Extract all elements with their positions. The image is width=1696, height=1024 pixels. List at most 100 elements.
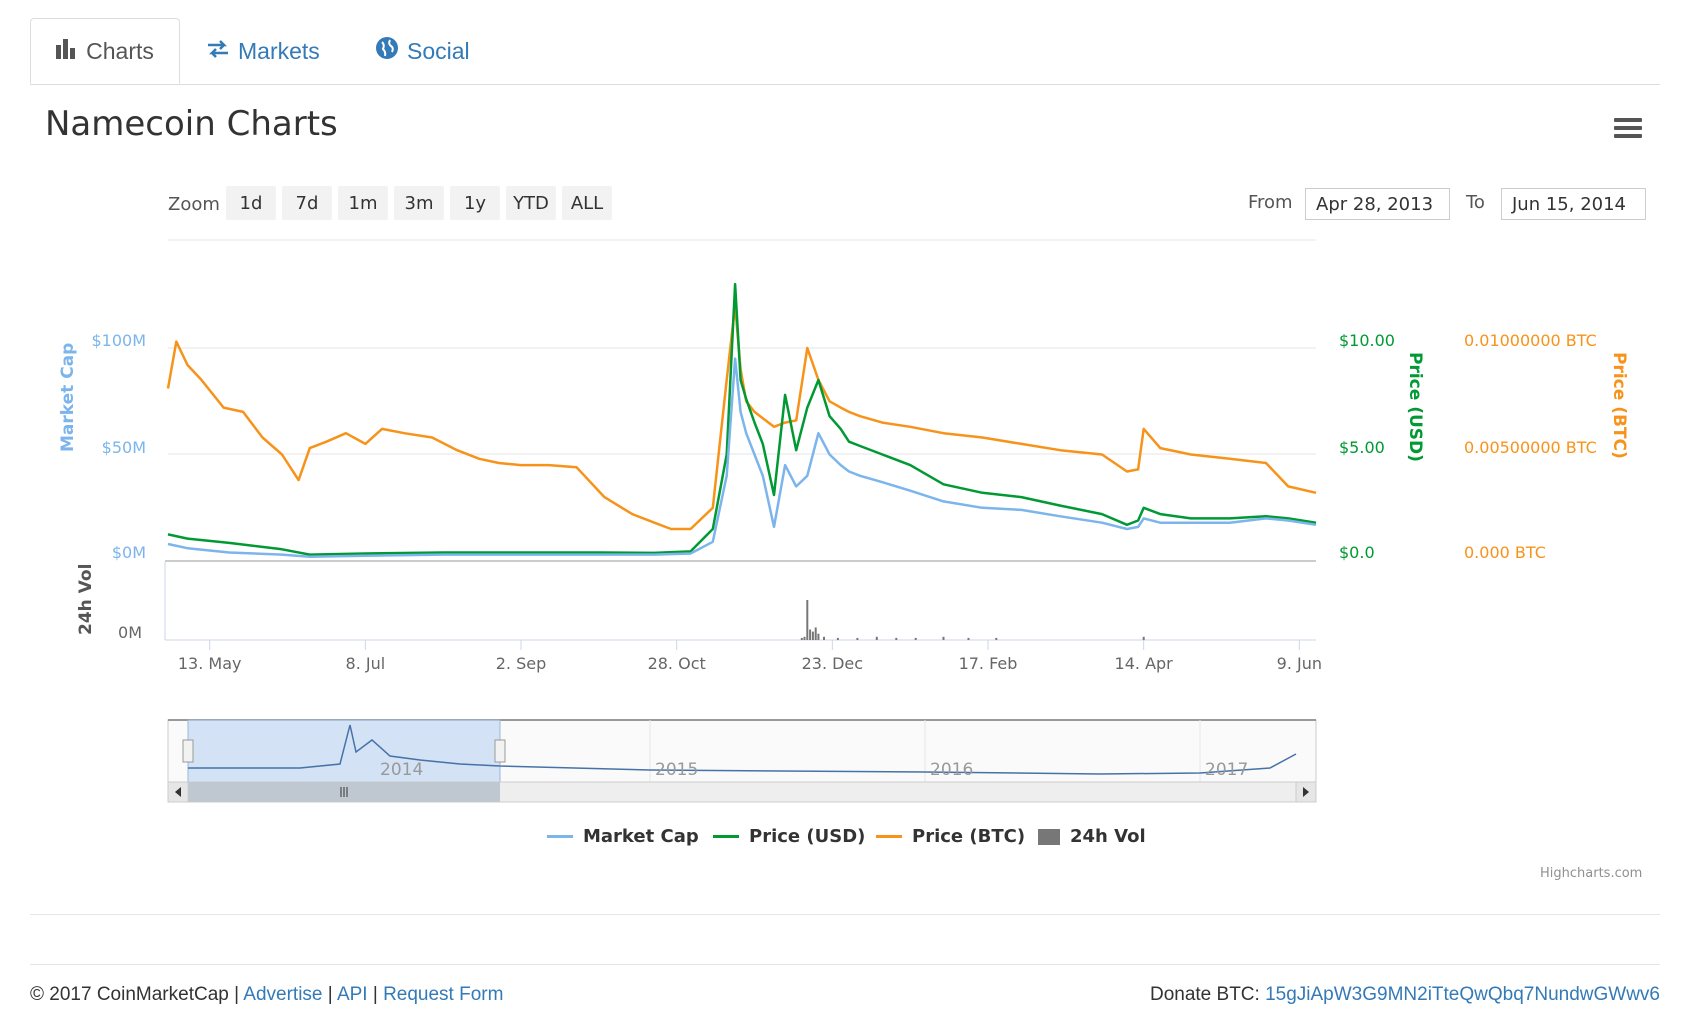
- legend-swatch-market-cap: [547, 835, 573, 838]
- nav-year-2015: 2015: [655, 760, 698, 780]
- legend-swatch-price-usd: [713, 835, 739, 838]
- mcap-tick-50: $50M: [102, 438, 146, 457]
- to-label: To: [1466, 192, 1485, 213]
- footer-left: © 2017 CoinMarketCap | Advertise | API |…: [30, 984, 503, 1006]
- usd-tick-10: $10.00: [1339, 331, 1395, 350]
- zoom-all-button[interactable]: ALL: [562, 186, 612, 220]
- zoom-7d-button[interactable]: 7d: [282, 186, 332, 220]
- volume-bar: [817, 633, 820, 640]
- x-tick-label: 9. Jun: [1277, 654, 1322, 673]
- vol-tick-0: 0M: [118, 623, 142, 642]
- btc-tick-0: 0.000 BTC: [1464, 543, 1546, 562]
- x-tick-label: 23. Dec: [802, 654, 864, 673]
- btc-tick-5: 0.00500000 BTC: [1464, 438, 1597, 457]
- navigator-line: [188, 724, 1297, 775]
- legend-label-market-cap: Market Cap: [583, 826, 699, 847]
- volume-bar: [806, 600, 809, 640]
- tab-charts-label: Charts: [86, 37, 154, 64]
- navigator-right-handle[interactable]: [494, 739, 506, 763]
- x-axis: 13. May 8. Jul 2. Sep 28. Oct 23. Dec 17. Feb…: [178, 640, 1322, 673]
- zoom-1d-button[interactable]: 1d: [226, 186, 276, 220]
- mcap-tick-100: $100M: [91, 331, 146, 350]
- zoom-ytd-button[interactable]: YTD: [506, 186, 556, 220]
- globe-icon: [375, 36, 399, 66]
- advertise-link[interactable]: Advertise: [243, 984, 322, 1005]
- series-line-market-cap: [167, 357, 1317, 558]
- api-link[interactable]: API: [337, 984, 368, 1005]
- scrollbar-thumb[interactable]: [188, 782, 500, 802]
- zoom-3m-button[interactable]: 3m: [394, 186, 444, 220]
- x-tick-label: 14. Apr: [1115, 654, 1174, 673]
- legend-price-btc[interactable]: Price (BTC): [876, 826, 1025, 847]
- legend-swatch-price-btc: [876, 835, 902, 838]
- x-tick-label: 13. May: [178, 654, 242, 673]
- x-tick-label: 2. Sep: [496, 654, 547, 673]
- legend-label-price-btc: Price (BTC): [912, 826, 1026, 847]
- donate-address-link[interactable]: 15gJiApW3G9MN2iTteQwQbq7NundwGWwv6: [1265, 984, 1660, 1005]
- page-title: Namecoin Charts: [45, 104, 338, 144]
- btc-axis-title: Price (BTC): [1609, 352, 1629, 459]
- volume-bar: [856, 637, 859, 640]
- navigator-selection[interactable]: [187, 719, 501, 783]
- navigator: 2014 2015 2016 2017: [167, 719, 1317, 803]
- series-layer: [166, 282, 1317, 558]
- zoom-label: Zoom: [168, 194, 220, 215]
- volume-bar: [800, 637, 803, 640]
- volume-bar: [995, 637, 998, 640]
- divider: [30, 914, 1660, 915]
- arrow-right-icon: [1303, 787, 1309, 797]
- from-date-input[interactable]: Apr 28, 2013: [1305, 188, 1450, 220]
- volume-bar: [875, 636, 878, 640]
- bar-chart-icon: [56, 38, 78, 65]
- volume-bar: [967, 637, 970, 640]
- legend-price-usd[interactable]: Price (USD): [713, 826, 865, 847]
- to-date-input[interactable]: Jun 15, 2014: [1501, 188, 1646, 220]
- legend-swatch-24h-vol: [1038, 828, 1060, 845]
- volume-bar: [895, 637, 898, 640]
- highcharts-credits-link[interactable]: Highcharts.com: [1540, 866, 1642, 881]
- volume-bar: [1142, 636, 1145, 640]
- volume-bar: [803, 636, 806, 640]
- hamburger-icon: [1614, 118, 1642, 122]
- from-label: From: [1248, 192, 1293, 213]
- x-tick-label: 28. Oct: [648, 654, 706, 673]
- volume-bars: [800, 600, 1145, 640]
- price-chart: $0M $50M $100M Market Cap 24h Vol 0M $0.…: [58, 239, 1629, 803]
- chart-menu-button[interactable]: [1614, 118, 1642, 140]
- usd-tick-0: $0.0: [1339, 543, 1375, 562]
- nav-year-2017: 2017: [1205, 760, 1248, 780]
- volume-bar: [914, 637, 917, 640]
- tab-bar: Charts Markets Social: [30, 18, 1660, 85]
- legend-market-cap[interactable]: Market Cap: [547, 826, 699, 847]
- arrow-left-icon: [175, 787, 181, 797]
- exchange-arrows-icon: [206, 38, 230, 65]
- scrollbar-track[interactable]: [167, 781, 1317, 803]
- tab-social[interactable]: Social: [375, 18, 470, 84]
- usd-tick-5: $5.00: [1339, 438, 1385, 457]
- tab-charts[interactable]: Charts: [30, 18, 180, 84]
- x-tick-label: 17. Feb: [959, 654, 1018, 673]
- volume-bar: [823, 636, 825, 640]
- btc-tick-10: 0.01000000 BTC: [1464, 331, 1597, 350]
- tab-markets[interactable]: Markets: [206, 18, 320, 84]
- legend-24h-vol[interactable]: 24h Vol: [1038, 826, 1146, 847]
- tab-markets-label: Markets: [238, 37, 320, 64]
- gridlines: [164, 239, 1316, 641]
- nav-year-2016: 2016: [930, 760, 973, 780]
- volume-bar: [811, 631, 814, 640]
- legend-label-price-usd: Price (USD): [749, 826, 866, 847]
- zoom-1m-button[interactable]: 1m: [338, 186, 388, 220]
- navigator-left-handle[interactable]: [182, 739, 194, 763]
- volume-bar: [809, 629, 812, 640]
- copyright-text: © 2017 CoinMarketCap |: [30, 984, 240, 1005]
- scroll-right-button[interactable]: [1295, 781, 1317, 803]
- request-form-link[interactable]: Request Form: [383, 984, 503, 1005]
- footer-right: Donate BTC: 15gJiApW3G9MN2iTteQwQbq7Nund…: [1150, 984, 1660, 1006]
- zoom-1y-button[interactable]: 1y: [450, 186, 500, 220]
- legend-label-24h-vol: 24h Vol: [1070, 826, 1146, 847]
- mcap-axis-title: Market Cap: [58, 343, 78, 452]
- vol-axis-title: 24h Vol: [76, 564, 96, 635]
- volume-bar: [814, 627, 817, 640]
- volume-bar: [836, 637, 839, 640]
- scroll-left-button[interactable]: [167, 781, 189, 803]
